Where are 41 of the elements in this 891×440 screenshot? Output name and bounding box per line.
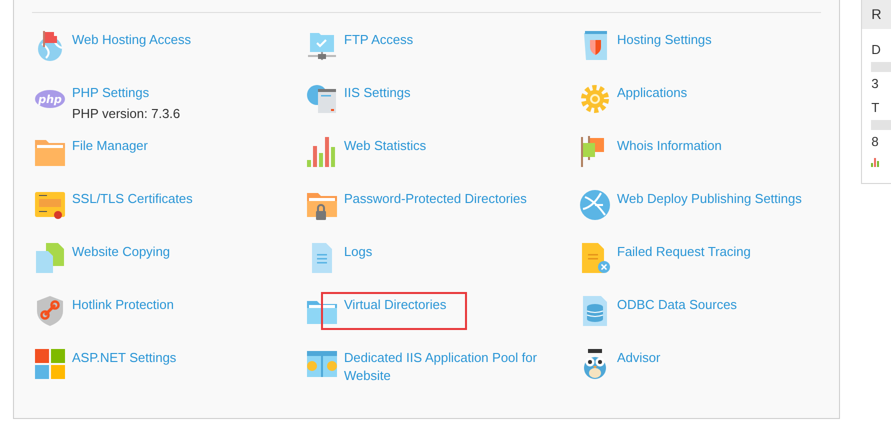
version-note: PHP version: 7.3.6: [72, 105, 180, 123]
metric-reading: 3: [871, 76, 880, 92]
progress-track: [871, 120, 891, 130]
globe-server-icon: [306, 83, 338, 115]
bar-chart-icon: [871, 158, 880, 167]
tool-link[interactable]: Applications: [617, 84, 688, 102]
metric-label: D: [871, 42, 882, 58]
tool-link[interactable]: ASP.NET Settings: [72, 349, 176, 367]
metric-reading: 8: [871, 134, 880, 150]
gears-panel-icon: [306, 348, 338, 380]
tool-link[interactable]: Web Hosting Access: [72, 31, 191, 49]
tool-link[interactable]: Failed Request Tracing: [617, 243, 751, 261]
windows-logo-icon: [34, 348, 66, 380]
tool-link[interactable]: Web Deploy Publishing Settings: [617, 190, 802, 208]
globe-icon: [579, 189, 611, 221]
tool-link[interactable]: Password-Protected Directories: [344, 190, 527, 208]
network-folder-icon: [306, 30, 338, 62]
tool-link[interactable]: Web Statistics: [344, 137, 426, 155]
tool-link[interactable]: Website Copying: [72, 243, 170, 261]
gear-icon: [579, 83, 611, 115]
tool-link[interactable]: IIS Settings: [344, 84, 410, 102]
tool-link[interactable]: FTP Access: [344, 31, 414, 49]
tool-link[interactable]: Virtual Directories: [344, 296, 446, 314]
certificate-icon: [34, 189, 66, 221]
tool-link[interactable]: SSL/TLS Certificates: [72, 190, 193, 208]
progress-track: [871, 62, 891, 72]
tool-link[interactable]: Hosting Settings: [617, 31, 712, 49]
tool-link[interactable]: Dedicated IIS Application Pool for Website: [344, 349, 569, 385]
tool-link[interactable]: PHP Settings: [72, 84, 180, 102]
document-error-icon: [579, 242, 611, 274]
tool-link[interactable]: ODBC Data Sources: [617, 296, 737, 314]
tool-link[interactable]: Advisor: [617, 349, 660, 367]
tool-link[interactable]: File Manager: [72, 137, 148, 155]
copy-documents-icon: [34, 242, 66, 274]
shield-link-icon: [34, 295, 66, 327]
panel-title: R: [862, 0, 891, 29]
tool-link[interactable]: Hotlink Protection: [72, 296, 174, 314]
metric-label: T: [871, 100, 880, 116]
tool-link[interactable]: Whois Information: [617, 137, 722, 155]
tool-link[interactable]: Logs: [344, 243, 372, 261]
bar-chart-icon: [306, 136, 338, 168]
